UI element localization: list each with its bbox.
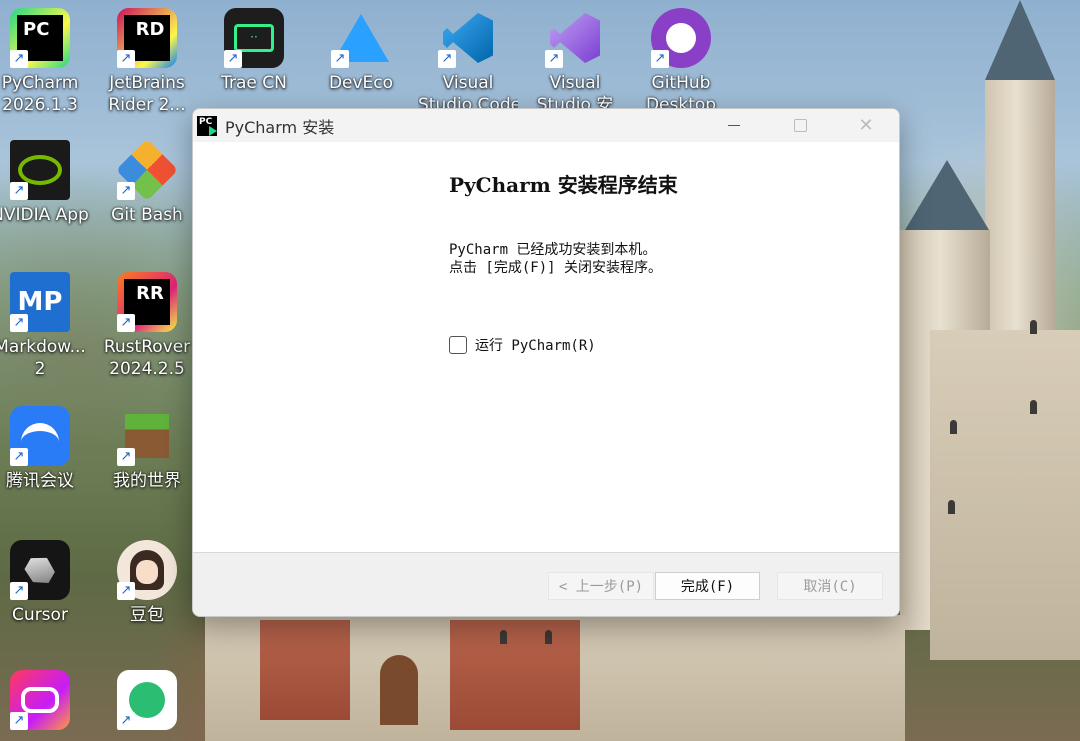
desktop-icon-tencent-meeting[interactable]: ↗ 腾讯会议	[0, 406, 90, 492]
desktop-icon-markdown[interactable]: MP ↗ Markdow... 2	[0, 272, 90, 380]
close-icon: ✕	[858, 115, 874, 136]
shortcut-arrow-icon: ↗	[331, 50, 349, 68]
run-pycharm-checkbox[interactable]	[449, 336, 467, 354]
desktop-icon-trae[interactable]: ·· ↗ Trae CN	[204, 8, 304, 94]
window-title: PyCharm 安装	[225, 117, 335, 137]
minimize-icon	[728, 125, 740, 126]
shortcut-arrow-icon: ↗	[117, 582, 135, 600]
shortcut-arrow-icon: ↗	[10, 582, 28, 600]
desktop-icon-label: 我的世界	[113, 471, 181, 491]
desktop-icon-doubao[interactable]: ↗ 豆包	[97, 540, 197, 626]
desktop-icon-label: JetBrains Rider 2...	[108, 73, 186, 115]
rustrover-icon: RR ↗	[117, 272, 177, 332]
shortcut-arrow-icon: ↗	[10, 182, 28, 200]
desktop-icon-rustrover[interactable]: RR ↗ RustRover 2024.2.5	[97, 272, 197, 380]
rider-icon: RD ↗	[117, 8, 177, 68]
pycharm-app-icon: PC	[197, 115, 217, 136]
nvidia-icon: ↗	[10, 140, 70, 200]
desktop-icon-deveco[interactable]: ↗ DevEco Studio	[311, 8, 411, 94]
success-message: PyCharm 已经成功安装到本机。	[449, 242, 657, 258]
run-pycharm-label: 运行 PyCharm(R)	[475, 338, 596, 354]
shortcut-arrow-icon: ↗	[117, 50, 135, 68]
visual-studio-icon: ↗	[545, 8, 605, 68]
cursor-icon: ↗	[10, 540, 70, 600]
maximize-icon	[793, 119, 807, 132]
desktop-icon-label: 腾讯会议	[6, 471, 74, 491]
deveco-icon: ↗	[331, 8, 391, 68]
desktop-icon-nvidia[interactable]: ↗ NVIDIA App	[0, 140, 90, 226]
desktop-icon-label: Markdow... 2	[0, 337, 86, 379]
shortcut-arrow-icon: ↗	[10, 448, 28, 466]
back-button[interactable]: < 上一步(P)	[548, 572, 654, 600]
finish-button[interactable]: 完成(F)	[655, 572, 760, 600]
desktop-icon-minecraft[interactable]: ↗ 我的世界	[97, 406, 197, 492]
shortcut-arrow-icon: ↗	[10, 712, 28, 730]
shortcut-arrow-icon: ↗	[117, 448, 135, 466]
desktop-icon-label: RustRover 2024.2.5	[103, 337, 191, 379]
desktop-icon-label: Git Bash	[111, 205, 183, 225]
shortcut-arrow-icon: ↗	[224, 50, 242, 68]
desktop-icon-adobe-cc[interactable]: ↗	[0, 670, 90, 730]
adobe-cc-icon: ↗	[10, 670, 70, 730]
desktop-icon-pycharm[interactable]: PC ↗ PyCharm 2026.1.3	[0, 8, 90, 116]
desktop-icon-label: Trae CN	[221, 73, 287, 93]
shortcut-arrow-icon: ↗	[438, 50, 456, 68]
run-pycharm-option[interactable]: 运行 PyCharm(R)	[449, 335, 596, 355]
desktop-icon-rider[interactable]: RD ↗ JetBrains Rider 2...	[97, 8, 197, 116]
tencent-app-icon: ↗	[117, 670, 177, 730]
trae-icon: ·· ↗	[224, 8, 284, 68]
desktop-icon-git-bash[interactable]: ↗ Git Bash	[97, 138, 197, 226]
pycharm-icon: PC ↗	[10, 8, 70, 68]
cancel-button[interactable]: 取消(C)	[777, 572, 883, 600]
vscode-icon: ↗	[438, 8, 498, 68]
desktop-icon-label: 豆包	[130, 605, 164, 625]
markdown-icon: MP ↗	[10, 272, 70, 332]
shortcut-arrow-icon: ↗	[10, 314, 28, 332]
close-button[interactable]: ✕	[843, 109, 889, 142]
desktop-icon-label: Cursor	[12, 605, 68, 625]
minimize-button[interactable]	[711, 109, 757, 142]
doubao-icon: ↗	[117, 540, 177, 600]
desktop-icon-label: DevEco Studio	[328, 73, 394, 93]
minecraft-icon: ↗	[117, 406, 177, 466]
desktop-icon-cursor[interactable]: ↗ Cursor	[0, 540, 90, 626]
shortcut-arrow-icon: ↗	[117, 314, 135, 332]
footer-bar: < 上一步(P) 完成(F) 取消(C)	[193, 553, 899, 616]
github-icon: ↗	[651, 8, 711, 68]
shortcut-arrow-icon: ↗	[117, 712, 135, 730]
shortcut-arrow-icon: ↗	[117, 182, 135, 200]
desktop-icon-label: PyCharm 2026.1.3	[1, 73, 79, 115]
tencent-meeting-icon: ↗	[10, 406, 70, 466]
desktop-icon-vscode[interactable]: ↗ Visual Studio Code	[418, 8, 518, 116]
desktop-icon-label: NVIDIA App	[0, 205, 89, 225]
shortcut-arrow-icon: ↗	[10, 50, 28, 68]
close-instruction: 点击 [完成(F)] 关闭安装程序。	[449, 260, 663, 276]
desktop-icon-visual-studio[interactable]: ↗ Visual Studio 安	[525, 8, 625, 116]
page-title: PyCharm 安装程序结束	[449, 173, 678, 197]
desktop-icon-tencent-app[interactable]: ↗	[97, 670, 197, 730]
maximize-button[interactable]	[777, 109, 823, 142]
shortcut-arrow-icon: ↗	[545, 50, 563, 68]
installer-window: PC PyCharm 安装 ✕ PyCharm 安装程序结束 PyCharm 已…	[192, 108, 900, 617]
git-bash-icon: ↗	[115, 138, 179, 202]
title-bar[interactable]: PC PyCharm 安装 ✕	[193, 109, 899, 142]
desktop-icon-github-desktop[interactable]: ↗ GitHub Desktop	[631, 8, 731, 116]
shortcut-arrow-icon: ↗	[651, 50, 669, 68]
